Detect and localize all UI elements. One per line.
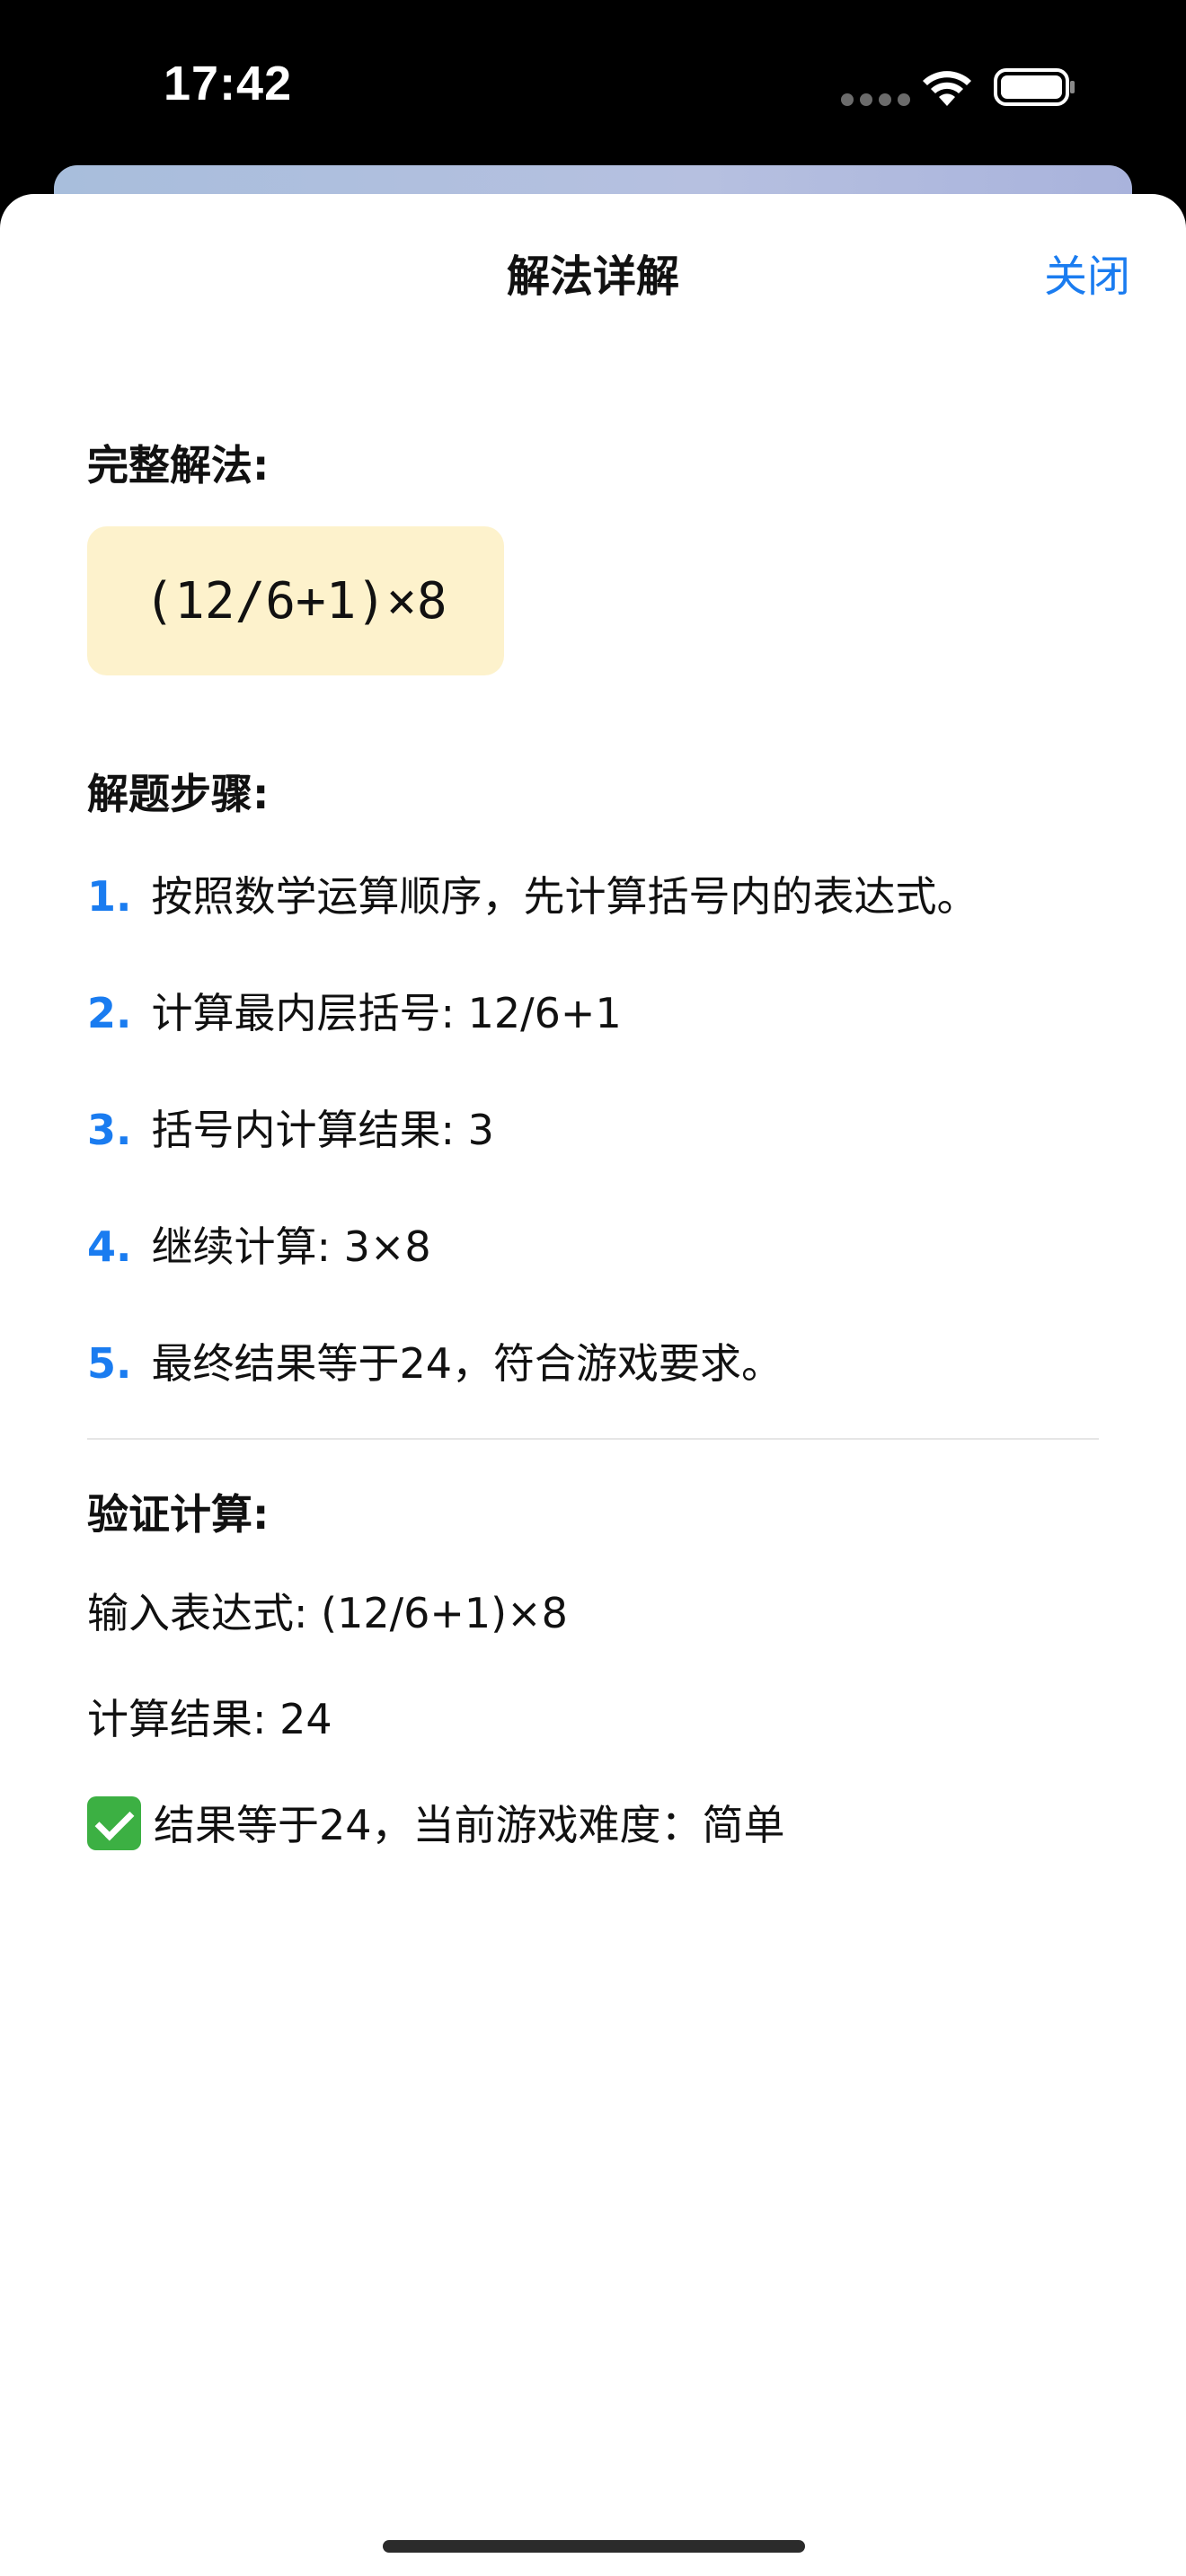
verify-label: 验证计算: xyxy=(87,1490,270,1539)
input-expression-text: 输入表达式: (12/6+1)×8 xyxy=(87,1589,568,1637)
check-mark-icon xyxy=(87,1796,141,1850)
calculation-result-text: 计算结果: 24 xyxy=(87,1695,332,1743)
step-text: 按照数学运算顺序，先计算括号内的表达式。 xyxy=(151,872,978,921)
battery-icon xyxy=(994,68,1075,106)
status-bar: 17:42 xyxy=(0,0,1186,171)
step-number: 4. xyxy=(87,1222,132,1271)
step-item: 1. 按照数学运算顺序，先计算括号内的表达式。 xyxy=(87,864,978,927)
formula-text: (12/6+1)×8 xyxy=(144,571,447,631)
formula-box: (12/6+1)×8 xyxy=(87,526,504,675)
divider xyxy=(87,1438,1099,1440)
sheet-title: 解法详解 xyxy=(506,251,679,302)
solution-label: 完整解法: xyxy=(87,441,270,490)
step-text: 计算最内层括号: 12/6+1 xyxy=(151,989,622,1037)
step-number: 2. xyxy=(87,989,132,1037)
step-item: 3. 括号内计算结果: 3 xyxy=(87,1098,494,1160)
step-item: 2. 计算最内层括号: 12/6+1 xyxy=(87,981,622,1044)
step-item: 4. 继续计算: 3×8 xyxy=(87,1214,431,1277)
step-item: 5. 最终结果等于24，符合游戏要求。 xyxy=(87,1331,783,1394)
cellular-signal-icon xyxy=(841,93,910,106)
conclusion-text: 结果等于24，当前游戏难度：简单 xyxy=(154,1801,785,1849)
step-text: 括号内计算结果: 3 xyxy=(151,1106,494,1154)
step-number: 1. xyxy=(87,872,132,921)
home-indicator[interactable] xyxy=(383,2540,805,2553)
step-text: 继续计算: 3×8 xyxy=(151,1222,431,1271)
step-number: 3. xyxy=(87,1106,132,1154)
wifi-icon xyxy=(923,71,971,106)
close-button[interactable]: 关闭 xyxy=(1044,241,1130,304)
status-time: 17:42 xyxy=(164,57,293,110)
verification-conclusion: 结果等于24，当前游戏难度：简单 xyxy=(87,1793,785,1852)
step-text: 最终结果等于24，符合游戏要求。 xyxy=(151,1339,783,1388)
steps-label: 解题步骤: xyxy=(87,770,270,818)
solution-detail-sheet: 解法详解 关闭 完整解法: (12/6+1)×8 解题步骤: 1. 按照数学运算顺… xyxy=(0,194,1186,2576)
step-number: 5. xyxy=(87,1339,132,1388)
